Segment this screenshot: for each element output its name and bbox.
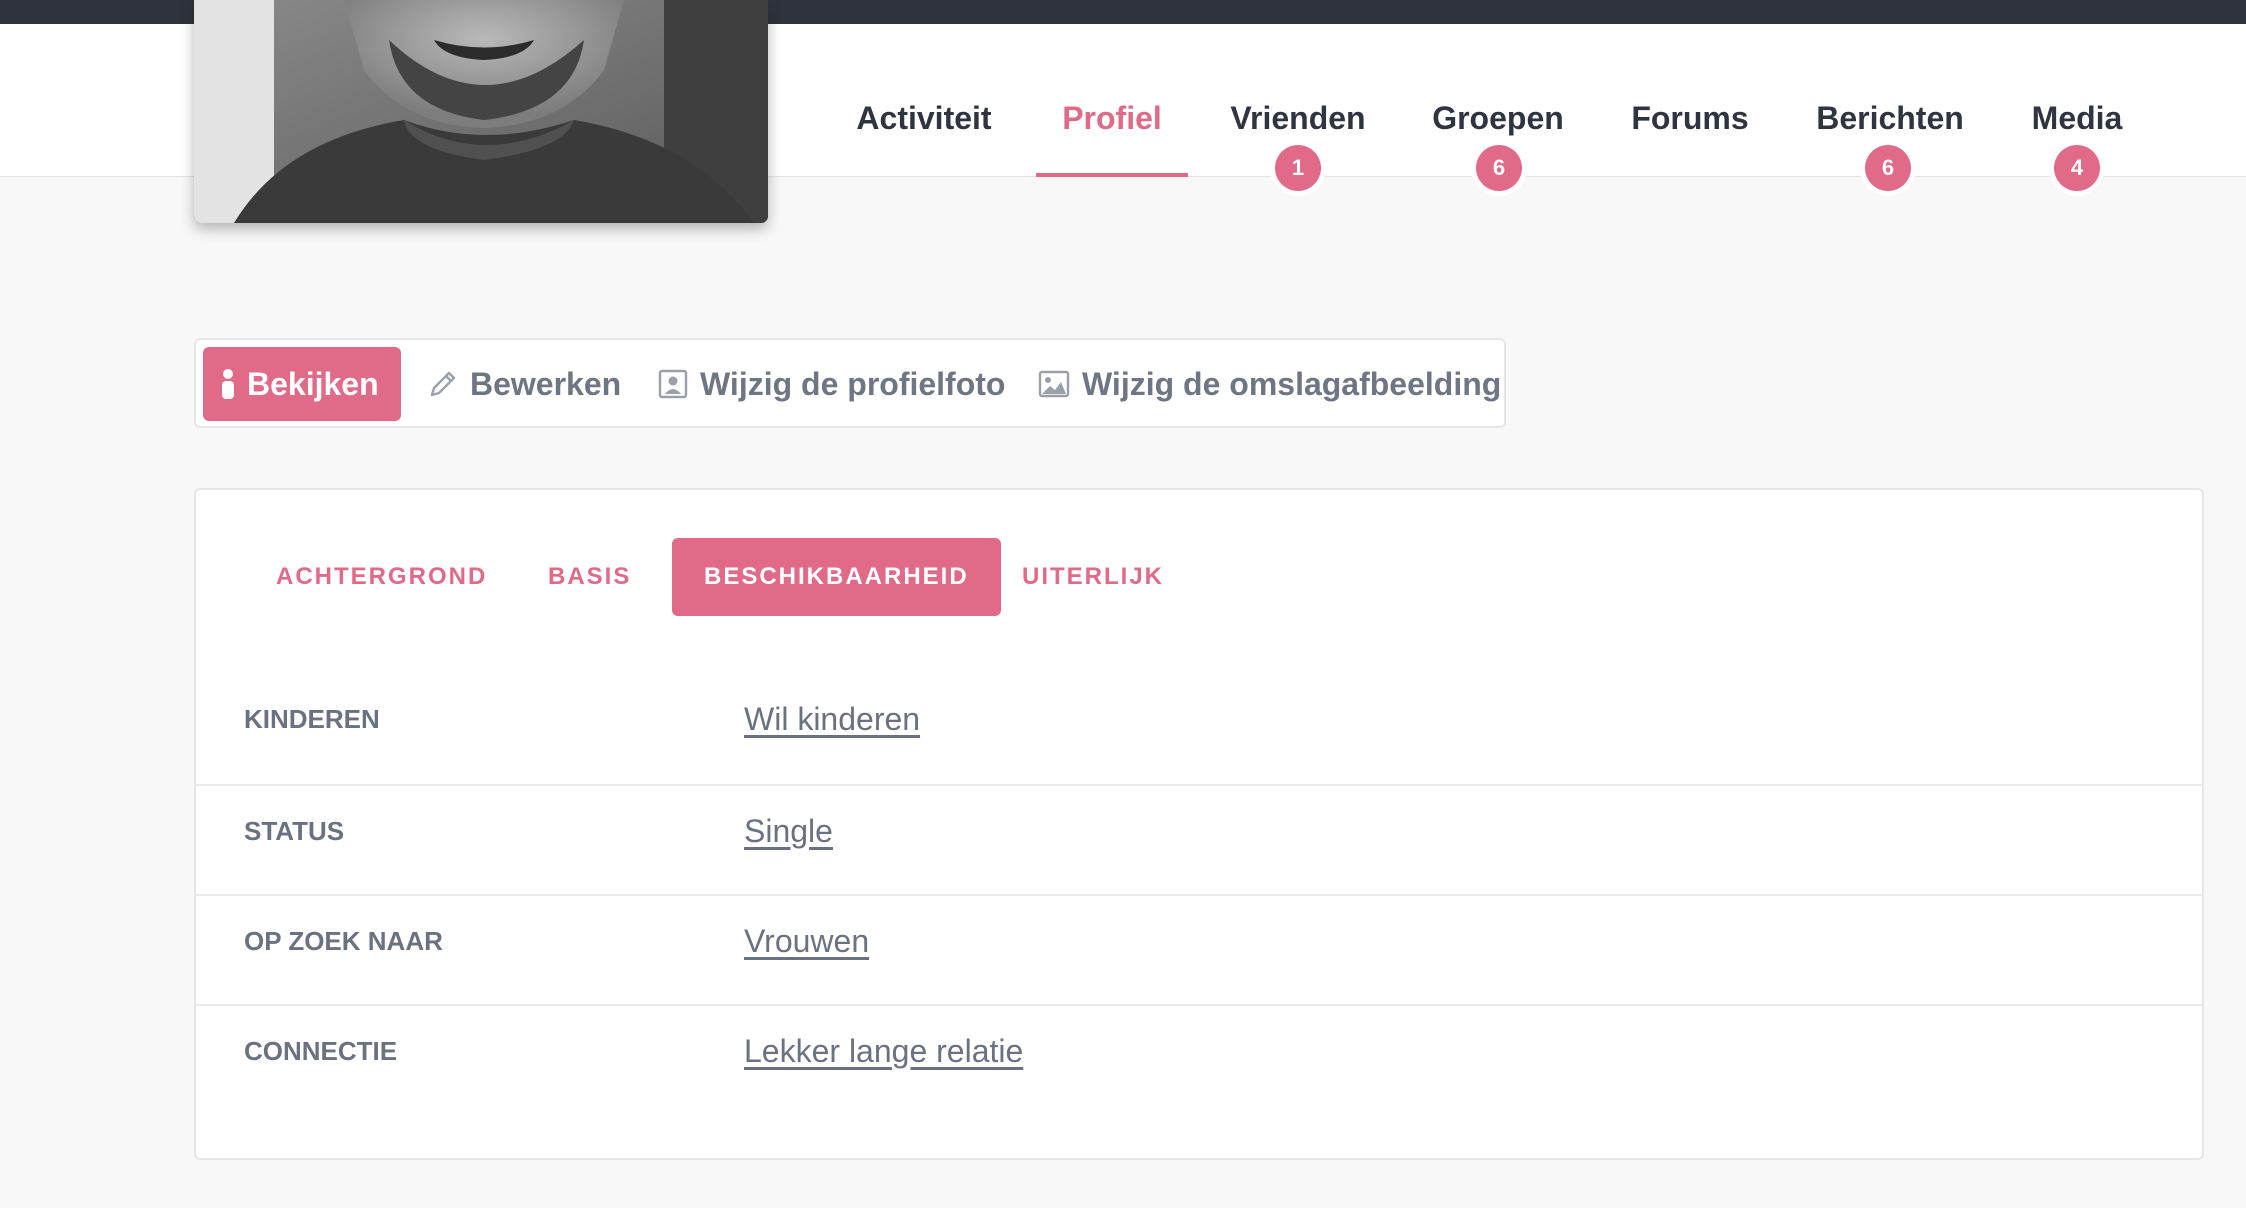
nav-item-vrienden[interactable]: Vrienden bbox=[1224, 100, 1372, 148]
edit-button-label: Bewerken bbox=[470, 365, 622, 402]
nav-item-media[interactable]: Media bbox=[2024, 100, 2130, 148]
groups-count-badge: 6 bbox=[1476, 145, 1522, 191]
view-button-label: Bekijken bbox=[247, 365, 379, 402]
friends-count-badge: 1 bbox=[1275, 145, 1321, 191]
field-value-link[interactable]: Single bbox=[744, 776, 833, 886]
field-row-kinderen: KINDEREN Wil kinderen bbox=[196, 664, 2202, 774]
nav-item-groepen[interactable]: Groepen bbox=[1428, 100, 1568, 148]
media-count-badge: 4 bbox=[2054, 145, 2100, 191]
avatar-photo bbox=[194, 0, 768, 223]
change-profile-photo-button[interactable]: Wijzig de profielfoto bbox=[658, 347, 1005, 421]
field-label: STATUS bbox=[244, 815, 345, 846]
profile-avatar[interactable] bbox=[194, 0, 768, 223]
field-row-op-zoek-naar: OP ZOEK NAAR Vrouwen bbox=[196, 886, 2202, 996]
profile-action-bar: Bekijken Bewerken Wijzig de profielfoto … bbox=[194, 338, 1506, 428]
change-cover-image-button[interactable]: Wijzig de omslagafbeelding bbox=[1038, 347, 1501, 421]
field-value-link[interactable]: Vrouwen bbox=[744, 886, 869, 996]
field-row bbox=[196, 490, 2202, 600]
field-label: KINDEREN bbox=[244, 703, 380, 734]
field-value-link[interactable]: Wil kinderen bbox=[744, 664, 920, 774]
field-value-link[interactable]: Lekker lange relatie bbox=[744, 996, 1023, 1106]
nav-item-activiteit[interactable]: Activiteit bbox=[854, 100, 994, 148]
profile-photo-icon bbox=[658, 369, 688, 399]
field-row-status: STATUS Single bbox=[196, 776, 2202, 886]
info-icon bbox=[222, 369, 234, 399]
image-icon bbox=[1038, 370, 1070, 398]
pencil-icon bbox=[430, 371, 456, 397]
field-label: CONNECTIE bbox=[244, 1035, 398, 1066]
view-button[interactable]: Bekijken bbox=[203, 347, 401, 421]
change-cover-image-label: Wijzig de omslagafbeelding bbox=[1082, 365, 1502, 402]
field-label: OP ZOEK NAAR bbox=[244, 925, 443, 956]
change-profile-photo-label: Wijzig de profielfoto bbox=[700, 365, 1006, 402]
field-row-connectie: CONNECTIE Lekker lange relatie bbox=[196, 996, 2202, 1106]
nav-item-profiel[interactable]: Profiel bbox=[1036, 100, 1188, 148]
edit-button[interactable]: Bewerken bbox=[428, 347, 621, 421]
nav-item-forums[interactable]: Forums bbox=[1628, 100, 1752, 148]
profile-details-panel: ACHTERGROND BASIS BESCHIKBAARHEID UITERL… bbox=[194, 488, 2204, 1160]
active-nav-indicator bbox=[1036, 173, 1188, 177]
nav-item-berichten[interactable]: Berichten bbox=[1812, 100, 1968, 148]
messages-count-badge: 6 bbox=[1865, 145, 1911, 191]
